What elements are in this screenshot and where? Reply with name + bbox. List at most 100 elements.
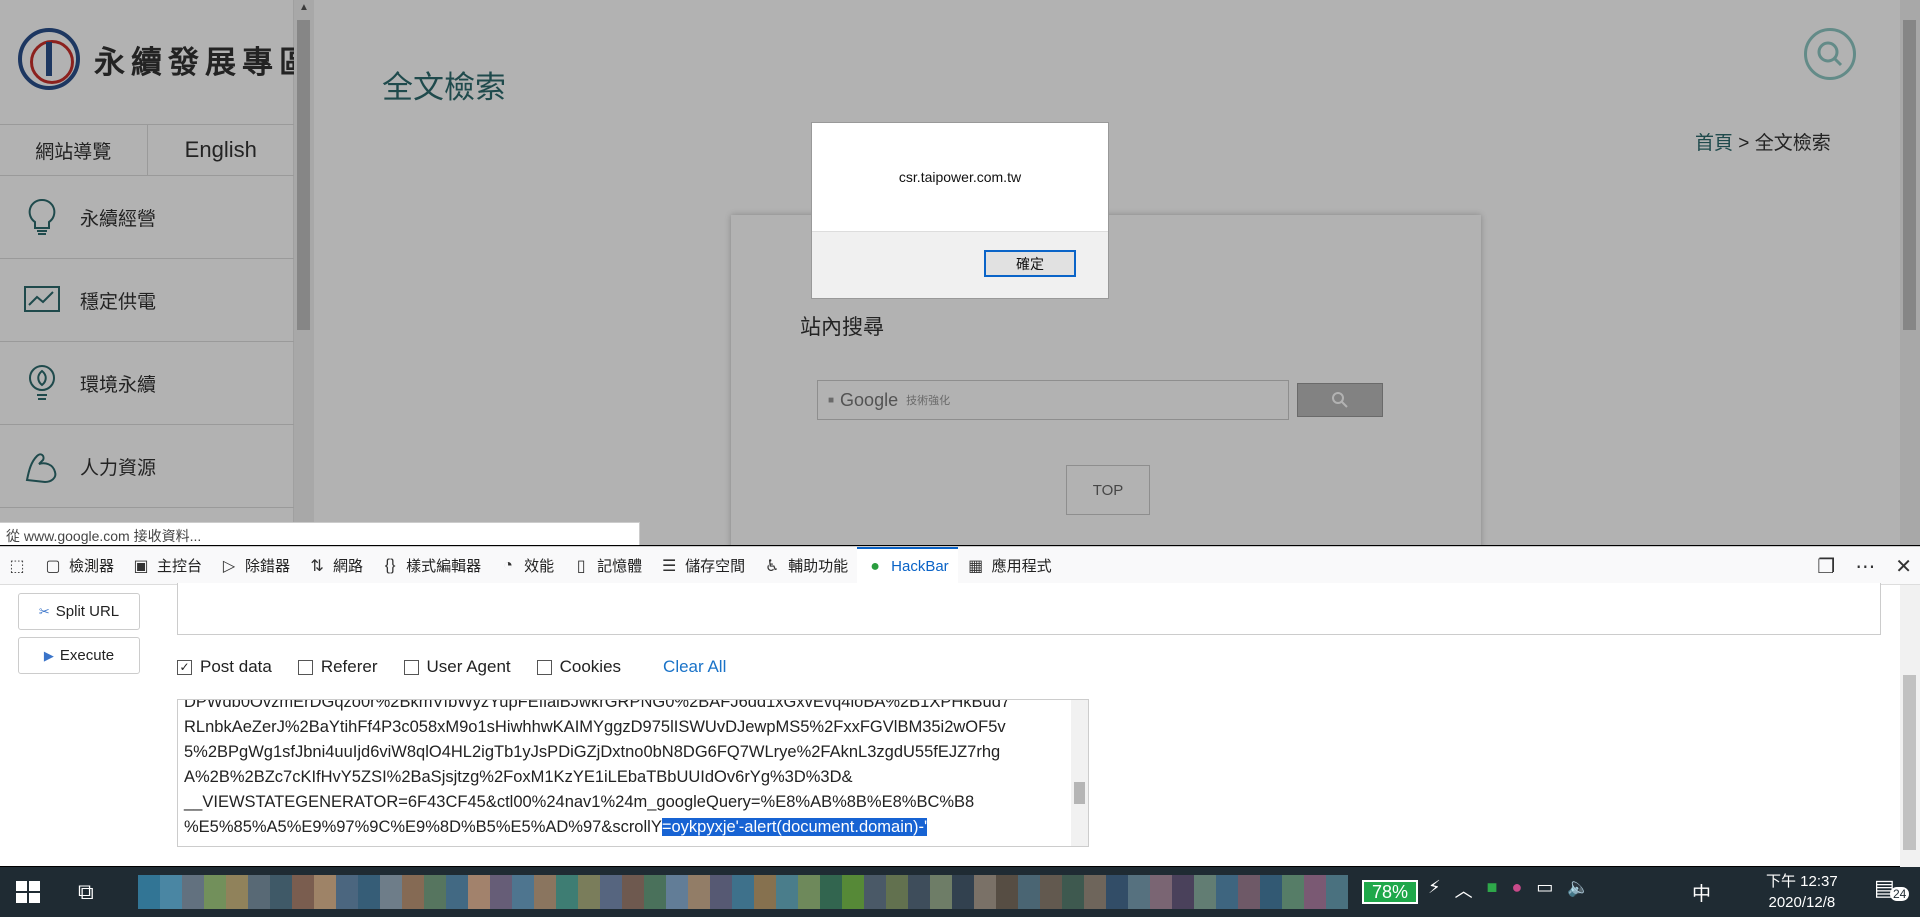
taskbar-app-tile[interactable] (754, 875, 776, 909)
post-data-option[interactable]: ✓ Post data (177, 657, 272, 677)
taskbar-app-tile[interactable] (864, 875, 886, 909)
taskbar-app-tile[interactable] (644, 875, 666, 909)
split-url-button[interactable]: ✂ Split URL (18, 593, 140, 630)
close-devtools-icon[interactable]: ✕ (1895, 554, 1912, 579)
network-tray-icon[interactable]: ▭ (1536, 877, 1553, 903)
taskbar-app-tile[interactable] (160, 875, 182, 909)
taskbar-app-tile[interactable] (1260, 875, 1282, 909)
taskbar-app-tile[interactable] (908, 875, 930, 909)
show-hidden-icons-icon[interactable]: ︿ (1455, 877, 1473, 903)
taskbar-app-tile[interactable] (490, 875, 512, 909)
taskbar-app-tile[interactable] (314, 875, 336, 909)
user-agent-option[interactable]: User Agent (403, 657, 511, 677)
taskbar-app-tile[interactable] (578, 875, 600, 909)
execute-button[interactable]: ▶ Execute (18, 637, 140, 674)
taskbar-app-tile[interactable] (732, 875, 754, 909)
taskbar-app-tile[interactable] (292, 875, 314, 909)
referer-option[interactable]: Referer (297, 657, 378, 677)
tab-accessibility[interactable]: ♿ 輔助功能 (754, 547, 857, 585)
taskbar-app-tile[interactable] (1194, 875, 1216, 909)
devtools-scrollbar[interactable] (1900, 585, 1920, 867)
taskbar-app-tile[interactable] (270, 875, 292, 909)
taskbar-app-tile[interactable] (1304, 875, 1326, 909)
clock[interactable]: 下午 12:37 2020/12/8 (1766, 871, 1838, 913)
tab-hackbar[interactable]: ● HackBar (857, 546, 958, 585)
taskbar-app-tile[interactable] (622, 875, 644, 909)
taskbar-app-tile[interactable] (820, 875, 842, 909)
taskbar-app-tile[interactable] (1282, 875, 1304, 909)
taskbar-app-tile[interactable] (710, 875, 732, 909)
taskbar-app-tile[interactable] (798, 875, 820, 909)
post-data-scrollbar[interactable] (1071, 700, 1088, 846)
taskbar-app-tile[interactable] (1238, 875, 1260, 909)
notification-center-icon[interactable]: ▤ 24 (1874, 875, 1910, 909)
taskbar-app-tile[interactable] (182, 875, 204, 909)
taskbar-app-tile[interactable] (1150, 875, 1172, 909)
taskbar-app-tile[interactable] (1062, 875, 1084, 909)
taskbar-app-tile[interactable] (1084, 875, 1106, 909)
taskbar-app-tile[interactable] (512, 875, 534, 909)
post-scroll-thumb[interactable] (1074, 782, 1085, 804)
taskbar-app-tile[interactable] (886, 875, 908, 909)
referer-checkbox[interactable] (297, 659, 313, 675)
taskbar-app-tile[interactable] (226, 875, 248, 909)
taskbar-app-tile[interactable] (952, 875, 974, 909)
url-textarea[interactable] (177, 583, 1881, 635)
taskbar-app-tile[interactable] (666, 875, 688, 909)
taskbar-app-tile[interactable] (380, 875, 402, 909)
taskbar-app-tile[interactable] (1216, 875, 1238, 909)
taskbar-app-tile[interactable] (204, 875, 226, 909)
tab-console[interactable]: ▣ 主控台 (123, 547, 211, 585)
taskbar-app-tile[interactable] (1018, 875, 1040, 909)
taskbar-app-tile[interactable] (534, 875, 556, 909)
battery-indicator[interactable]: 78% (1362, 880, 1418, 904)
taskbar-app-tile[interactable] (842, 875, 864, 909)
taskbar-app-tile[interactable] (1040, 875, 1062, 909)
tab-network[interactable]: ⇅ 網路 (299, 547, 372, 585)
post-data-textarea[interactable]: DPWdb0OvzmErDGqzo0r%2BkmVfbWyzYupFEfiaiB… (177, 699, 1089, 847)
cookies-checkbox[interactable] (536, 659, 552, 675)
start-button[interactable] (16, 881, 40, 903)
taskbar-app-tile[interactable] (358, 875, 380, 909)
tab-style-editor[interactable]: {} 樣式編輯器 (372, 547, 490, 585)
clear-all-link[interactable]: Clear All (663, 657, 726, 677)
taskbar-app-tile[interactable] (248, 875, 270, 909)
taskbar-app-tile[interactable] (688, 875, 710, 909)
taskbar-app-tile[interactable] (974, 875, 996, 909)
more-options-icon[interactable]: ⋯ (1855, 554, 1875, 579)
user-agent-checkbox[interactable] (403, 659, 419, 675)
tab-performance[interactable]: ◔ 效能 (490, 547, 563, 585)
post-data-checkbox[interactable]: ✓ (177, 659, 192, 675)
tab-storage[interactable]: ☰ 儲存空間 (651, 547, 754, 585)
tab-inspector[interactable]: ▢ 檢測器 (35, 547, 123, 585)
tab-debugger[interactable]: ▷ 除錯器 (211, 547, 299, 585)
task-view-icon[interactable]: ⧉ (78, 879, 94, 905)
taskbar-app-tile[interactable] (600, 875, 622, 909)
devtools-scroll-thumb[interactable] (1903, 675, 1916, 850)
taskbar-app-tile[interactable] (138, 875, 160, 909)
taskbar-app-tile[interactable] (996, 875, 1018, 909)
alert-ok-button[interactable]: 確定 (984, 250, 1076, 277)
dock-side-icon[interactable]: ❐ (1817, 554, 1835, 579)
taskbar-app-tile[interactable] (468, 875, 490, 909)
tab-memory[interactable]: ▯ 記憶體 (563, 547, 651, 585)
taskbar-app-tile[interactable] (556, 875, 578, 909)
taskbar-app-tile[interactable] (424, 875, 446, 909)
app-tray-icon[interactable]: ● (1512, 877, 1523, 903)
taskbar-app-tile[interactable] (402, 875, 424, 909)
taskbar-app-tile[interactable] (930, 875, 952, 909)
cookies-option[interactable]: Cookies (536, 657, 621, 677)
taskbar-app-tile[interactable] (1128, 875, 1150, 909)
tab-application[interactable]: ▦ 應用程式 (958, 547, 1061, 585)
element-picker-button[interactable]: ⬚ (0, 547, 35, 585)
taskbar-app-tile[interactable] (446, 875, 468, 909)
taskbar-app-tile[interactable] (1172, 875, 1194, 909)
security-icon[interactable]: ■ (1487, 877, 1498, 903)
ime-indicator[interactable]: 中 (1692, 879, 1711, 906)
taskbar-app-tile[interactable] (1106, 875, 1128, 909)
taskbar-app-tile[interactable] (1326, 875, 1348, 909)
power-plug-icon[interactable]: ⚡ (1428, 877, 1441, 903)
taskbar-app-tile[interactable] (336, 875, 358, 909)
volume-icon[interactable]: 🔈 (1567, 877, 1589, 903)
taskbar-app-tile[interactable] (776, 875, 798, 909)
